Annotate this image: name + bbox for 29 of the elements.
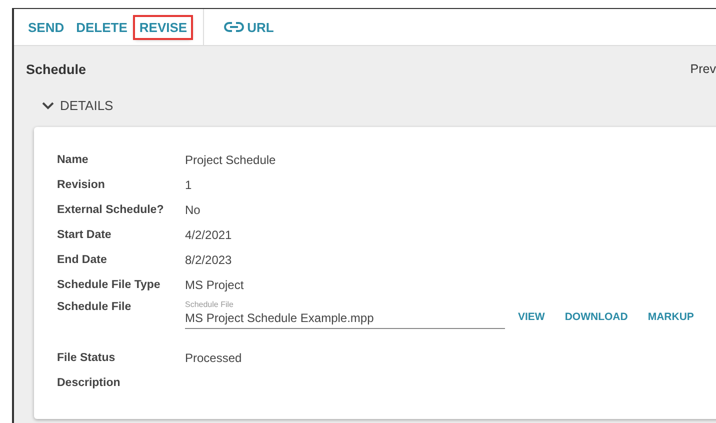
field-value: 1 [185,178,192,192]
schedule-file-field[interactable]: Schedule File MS Project Schedule Example.mpp [185,300,505,329]
file-action-button[interactable]: DOWNLOAD [564,311,628,323]
field-value: 8/2/2023 [185,252,232,266]
field-value: Processed [185,350,242,364]
toolbar-button[interactable]: REVISE [135,16,192,38]
field-value: MS Project [185,278,244,292]
preview-text: Prev [690,62,716,78]
file-action-button[interactable]: MARKUP [648,311,694,323]
field-value: 4/2/2021 [185,228,232,242]
details-toggle[interactable]: DETAILS [42,98,114,113]
field-label: Description [57,376,122,388]
link-icon [224,21,244,33]
page-title: Schedule [26,62,86,79]
toolbar-button[interactable]: DELETE [72,16,132,38]
field-value: No [185,202,200,216]
field-label: Revision [57,178,106,190]
chevron-icon [42,102,54,110]
url-button[interactable]: URL [220,16,278,38]
field-label: File Status [57,352,116,364]
field-label: End Date [57,254,108,266]
field-label: External Schedule? [57,204,165,216]
field-label: Schedule File Type [57,278,162,290]
field-label: Start Date [57,228,112,240]
field-label: Schedule File [57,301,132,313]
file-action-button[interactable]: VIEW [518,311,545,323]
field-label: Name [57,154,90,166]
toolbar-button[interactable]: SEND [24,16,68,38]
field-value: Project Schedule [185,152,276,166]
